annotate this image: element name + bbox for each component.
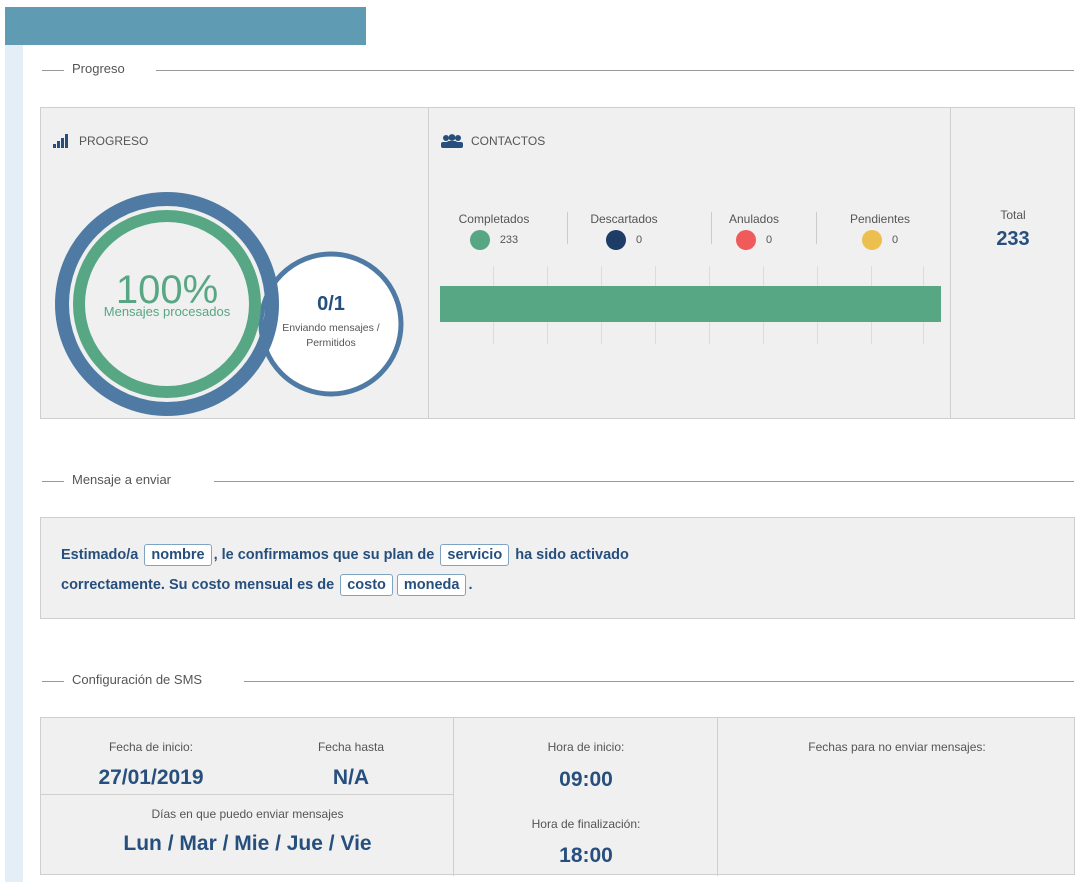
users-icon [441,134,463,148]
total-cell: Total 233 [951,108,1075,418]
contacts-progress-bar [440,286,941,322]
contacts-header-label: CONTACTOS [471,134,546,148]
start-date-label: Fecha de inicio: [108,740,194,754]
section-title-sms: Configuración de SMS [42,671,1074,691]
message-text: Estimado/a nombre, le confirmamos que su… [61,540,629,600]
days-value: Lun / Mar / Mie / Jue / Vie [123,832,372,855]
end-time-label: Hora de finalización: [531,817,641,831]
total-label: Total [1000,208,1026,222]
var-tag-nombre: nombre [144,544,212,566]
legend-dot [469,230,490,250]
sending-value: 0/1 [317,293,345,315]
end-time-value: 18:00 [559,844,613,867]
end-date-label: Fecha hasta [317,740,385,754]
var-tag-costo: costo [340,574,393,596]
section-label: Progreso [72,61,125,76]
var-tag-servicio: servicio [440,544,510,566]
total-value: 233 [996,228,1030,250]
progress-panel: PROGRESO 100% Mensajes procesados 0/1 En… [40,107,1075,419]
sending-caption-2: Permitidos [306,337,356,349]
legend-pendientes: Pendientes 0 [825,212,935,250]
days-label: Días en que puedo enviar mensajes [151,807,344,821]
end-date-value: N/A [332,766,370,789]
section-title-message: Mensaje a enviar [42,471,1074,491]
top-header-bar [5,7,366,45]
section-label: Mensaje a enviar [72,472,171,487]
section-title-progress: Progreso [42,60,1074,80]
section-label: Configuración de SMS [72,672,203,687]
sidebar-strip [5,45,23,882]
contacts-cell: CONTACTOS Completados 233 Descartados 0 … [429,108,951,418]
start-date-value: 27/01/2019 [98,766,204,789]
sending-caption-1: Enviando mensajes / [282,322,380,334]
start-time-value: 09:00 [559,768,613,791]
message-panel: Estimado/a nombre, le confirmamos que su… [40,517,1075,619]
legend-dot [861,230,882,250]
start-time-label: Hora de inicio: [547,740,625,754]
progress-cell: PROGRESO 100% Mensajes procesados 0/1 En… [41,108,429,418]
blocked-dates-label: Fechas para no enviar mensajes: [808,740,986,754]
var-tag-moneda: moneda [396,574,467,596]
legend-completados: Completados 233 [439,212,549,250]
legend-dot [735,230,756,250]
legend-dot [605,230,626,250]
legend-anulados: Anulados 0 [699,212,809,250]
percent-caption: Mensajes procesados [103,304,231,319]
progress-rings [55,192,404,416]
contacts-header: CONTACTOS [441,134,545,148]
legend-descartados: Descartados 0 [569,212,679,250]
sms-config-panel: Fecha de inicio: 27/01/2019 Fecha hasta … [40,717,1075,876]
